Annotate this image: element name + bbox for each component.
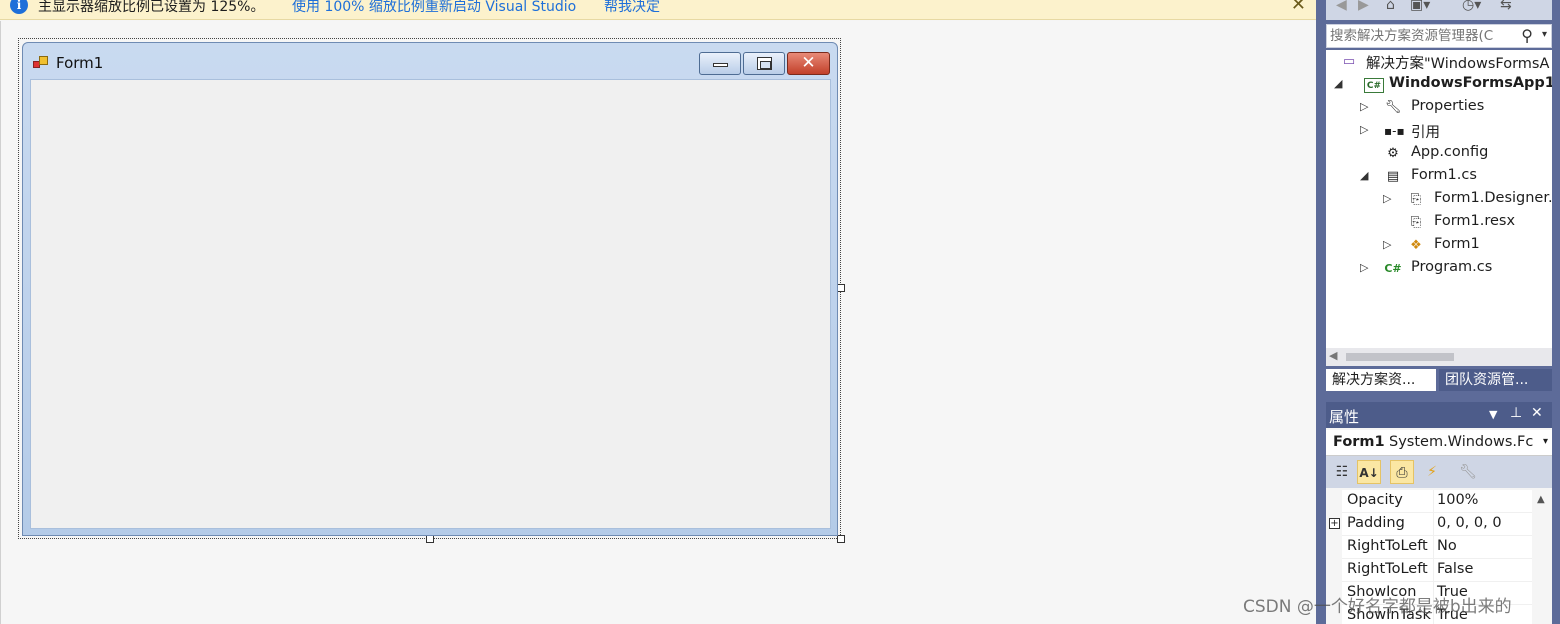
solution-tree: ▭ 解决方案"WindowsFormsA ◢ C# WindowsFormsAp… bbox=[1326, 50, 1552, 348]
form-client-area[interactable] bbox=[30, 79, 831, 529]
tree-item-label: Form1 bbox=[1434, 236, 1480, 252]
solution-icon: ▭ bbox=[1342, 54, 1356, 69]
expand-icon[interactable]: ▷ bbox=[1383, 238, 1395, 251]
properties-title: 属性 bbox=[1329, 408, 1360, 426]
expand-icon[interactable]: ▷ bbox=[1360, 100, 1372, 113]
property-row-righttoleft[interactable]: RightToLeft No bbox=[1326, 536, 1552, 559]
collapse-icon[interactable]: ◢ bbox=[1334, 77, 1346, 90]
categorized-icon[interactable]: ☷ bbox=[1330, 460, 1354, 484]
expand-icon[interactable]: ▷ bbox=[1360, 261, 1372, 274]
tree-item-label: Form1.cs bbox=[1411, 167, 1477, 183]
scroll-thumb[interactable] bbox=[1346, 353, 1454, 361]
switch-views-icon[interactable]: ▣▾ bbox=[1410, 0, 1430, 13]
form-icon bbox=[33, 55, 49, 71]
object-selector[interactable]: Form1 System.Windows.Fc ▾ bbox=[1326, 430, 1552, 456]
wrench-icon: 🔧︎ bbox=[1384, 100, 1402, 115]
scaling-info-bar: i 主显示器缩放比例已设置为 125%。 使用 100% 缩放比例重新启动 Vi… bbox=[0, 0, 1316, 20]
csharp-file-icon: C# bbox=[1384, 262, 1402, 275]
expand-icon[interactable]: ▷ bbox=[1383, 192, 1395, 205]
events-lightning-icon[interactable]: ⚡ bbox=[1420, 460, 1444, 484]
form-title: Form1 bbox=[56, 54, 104, 72]
code-file-icon: ⎘ bbox=[1410, 192, 1422, 207]
solution-explorer-toolbar: ◀ ▶ ⌂ ▣▾ ◷▾ ⇆ bbox=[1326, 0, 1552, 20]
tab-solution-explorer[interactable]: 解决方案资... bbox=[1326, 369, 1436, 391]
property-pages-icon[interactable]: 🔧︎ bbox=[1456, 460, 1480, 484]
csharp-project-icon: C# bbox=[1364, 78, 1384, 93]
tree-item-label: WindowsFormsApp1 bbox=[1389, 75, 1552, 91]
property-value[interactable]: 0, 0, 0, 0 bbox=[1437, 515, 1502, 531]
scaling-message: 主显示器缩放比例已设置为 125%。 bbox=[38, 0, 265, 15]
expand-plus-icon[interactable]: + bbox=[1329, 518, 1340, 529]
property-row-righttoleft-layout[interactable]: RightToLeft False bbox=[1326, 559, 1552, 582]
class-icon: ❖ bbox=[1410, 238, 1422, 253]
config-file-icon: ⚙ bbox=[1387, 146, 1399, 161]
close-button[interactable]: ✕ bbox=[787, 52, 830, 75]
tree-item-label: Program.cs bbox=[1411, 259, 1493, 275]
alphabetical-icon[interactable]: A↓ bbox=[1357, 460, 1381, 484]
selected-object-type: System.Windows.Fc bbox=[1389, 434, 1534, 450]
properties-panel: 属性 ▼ ⊥ ✕ Form1 System.Windows.Fc ▾ ☷ A↓ … bbox=[1326, 402, 1552, 624]
property-name: Padding bbox=[1347, 515, 1405, 531]
property-name: RightToLeft bbox=[1347, 538, 1428, 554]
right-tool-pane: ◀ ▶ ⌂ ▣▾ ◷▾ ⇆ ⚲ ▾ ▭ 解决方案"WindowsFormsA ◢… bbox=[1316, 0, 1560, 624]
restart-at-100-link[interactable]: 使用 100% 缩放比例重新启动 Visual Studio bbox=[292, 0, 576, 16]
form1-window[interactable]: Form1 ✕ bbox=[22, 42, 838, 536]
property-row-opacity[interactable]: Opacity 100% bbox=[1326, 490, 1552, 513]
help-me-decide-link[interactable]: 帮我决定 bbox=[604, 0, 660, 16]
tree-item-label: 引用 bbox=[1411, 125, 1440, 141]
sync-icon[interactable]: ⇆ bbox=[1500, 0, 1512, 13]
solution-search-input[interactable] bbox=[1330, 27, 1520, 45]
maximize-button[interactable] bbox=[743, 52, 785, 75]
vertical-scrollbar[interactable]: ▲ bbox=[1532, 490, 1552, 624]
scroll-up-icon[interactable]: ▲ bbox=[1537, 494, 1545, 505]
close-icon[interactable]: ✕ bbox=[1531, 405, 1543, 421]
close-x-icon: ✕ bbox=[801, 53, 816, 73]
tree-item-label: Form1.resx bbox=[1434, 213, 1516, 229]
property-value[interactable]: 100% bbox=[1437, 492, 1478, 508]
form-file-icon: ▤ bbox=[1386, 169, 1400, 184]
properties-view-icon[interactable]: ⎙ bbox=[1390, 460, 1414, 484]
collapse-icon[interactable]: ◢ bbox=[1360, 169, 1372, 182]
properties-toolbar: ☷ A↓ ⎙ ⚡ 🔧︎ bbox=[1326, 456, 1552, 488]
references-icon: ▪-▪ bbox=[1384, 124, 1405, 138]
info-icon: i bbox=[10, 0, 28, 14]
horizontal-scrollbar[interactable]: ◀ bbox=[1326, 348, 1552, 366]
chevron-down-icon[interactable]: ▾ bbox=[1543, 436, 1548, 447]
tree-item-label: Properties bbox=[1411, 98, 1485, 114]
form-designer-surface[interactable]: Form1 ✕ bbox=[0, 21, 1316, 624]
chevron-down-icon[interactable]: ▾ bbox=[1542, 29, 1547, 40]
home-icon[interactable]: ⌂ bbox=[1386, 0, 1395, 13]
resize-handle-bottom[interactable] bbox=[426, 535, 434, 543]
history-icon[interactable]: ◷▾ bbox=[1462, 0, 1481, 13]
selected-object-name: Form1 bbox=[1333, 434, 1385, 450]
tree-item-label: Form1.Designer. bbox=[1434, 190, 1552, 206]
property-value[interactable]: False bbox=[1437, 561, 1473, 577]
pin-icon[interactable]: ⊥ bbox=[1510, 405, 1522, 421]
solution-search-box[interactable]: ⚲ ▾ bbox=[1326, 24, 1552, 48]
resize-handle-bottom-right[interactable] bbox=[837, 535, 845, 543]
tab-team-explorer[interactable]: 团队资源管... bbox=[1439, 369, 1552, 391]
close-icon[interactable]: ✕ bbox=[1291, 0, 1306, 15]
property-row-padding[interactable]: + Padding 0, 0, 0, 0 bbox=[1326, 513, 1552, 536]
resx-file-icon: ⎘ bbox=[1410, 215, 1422, 230]
explorer-tabs: 解决方案资... 团队资源管... bbox=[1326, 369, 1552, 391]
watermark: CSDN @一个好名字都是被b出来的 bbox=[1243, 597, 1512, 617]
property-name: RightToLeft bbox=[1347, 561, 1428, 577]
tree-item-label: App.config bbox=[1411, 144, 1489, 160]
expand-icon[interactable]: ▷ bbox=[1360, 123, 1372, 136]
properties-header: 属性 ▼ ⊥ ✕ bbox=[1326, 402, 1552, 428]
maximize-icon bbox=[757, 57, 772, 70]
property-value[interactable]: No bbox=[1437, 538, 1457, 554]
minimize-button[interactable] bbox=[699, 52, 741, 75]
search-icon[interactable]: ⚲ bbox=[1521, 26, 1533, 45]
back-icon[interactable]: ◀ bbox=[1336, 0, 1347, 13]
chevron-down-icon[interactable]: ▼ bbox=[1489, 408, 1497, 421]
scroll-left-icon[interactable]: ◀ bbox=[1329, 349, 1337, 362]
forward-icon[interactable]: ▶ bbox=[1358, 0, 1369, 13]
tree-item-label: 解决方案"WindowsFormsA bbox=[1366, 56, 1550, 72]
resize-handle-right[interactable] bbox=[837, 284, 845, 292]
property-name: Opacity bbox=[1347, 492, 1403, 508]
minimize-icon bbox=[713, 63, 728, 67]
